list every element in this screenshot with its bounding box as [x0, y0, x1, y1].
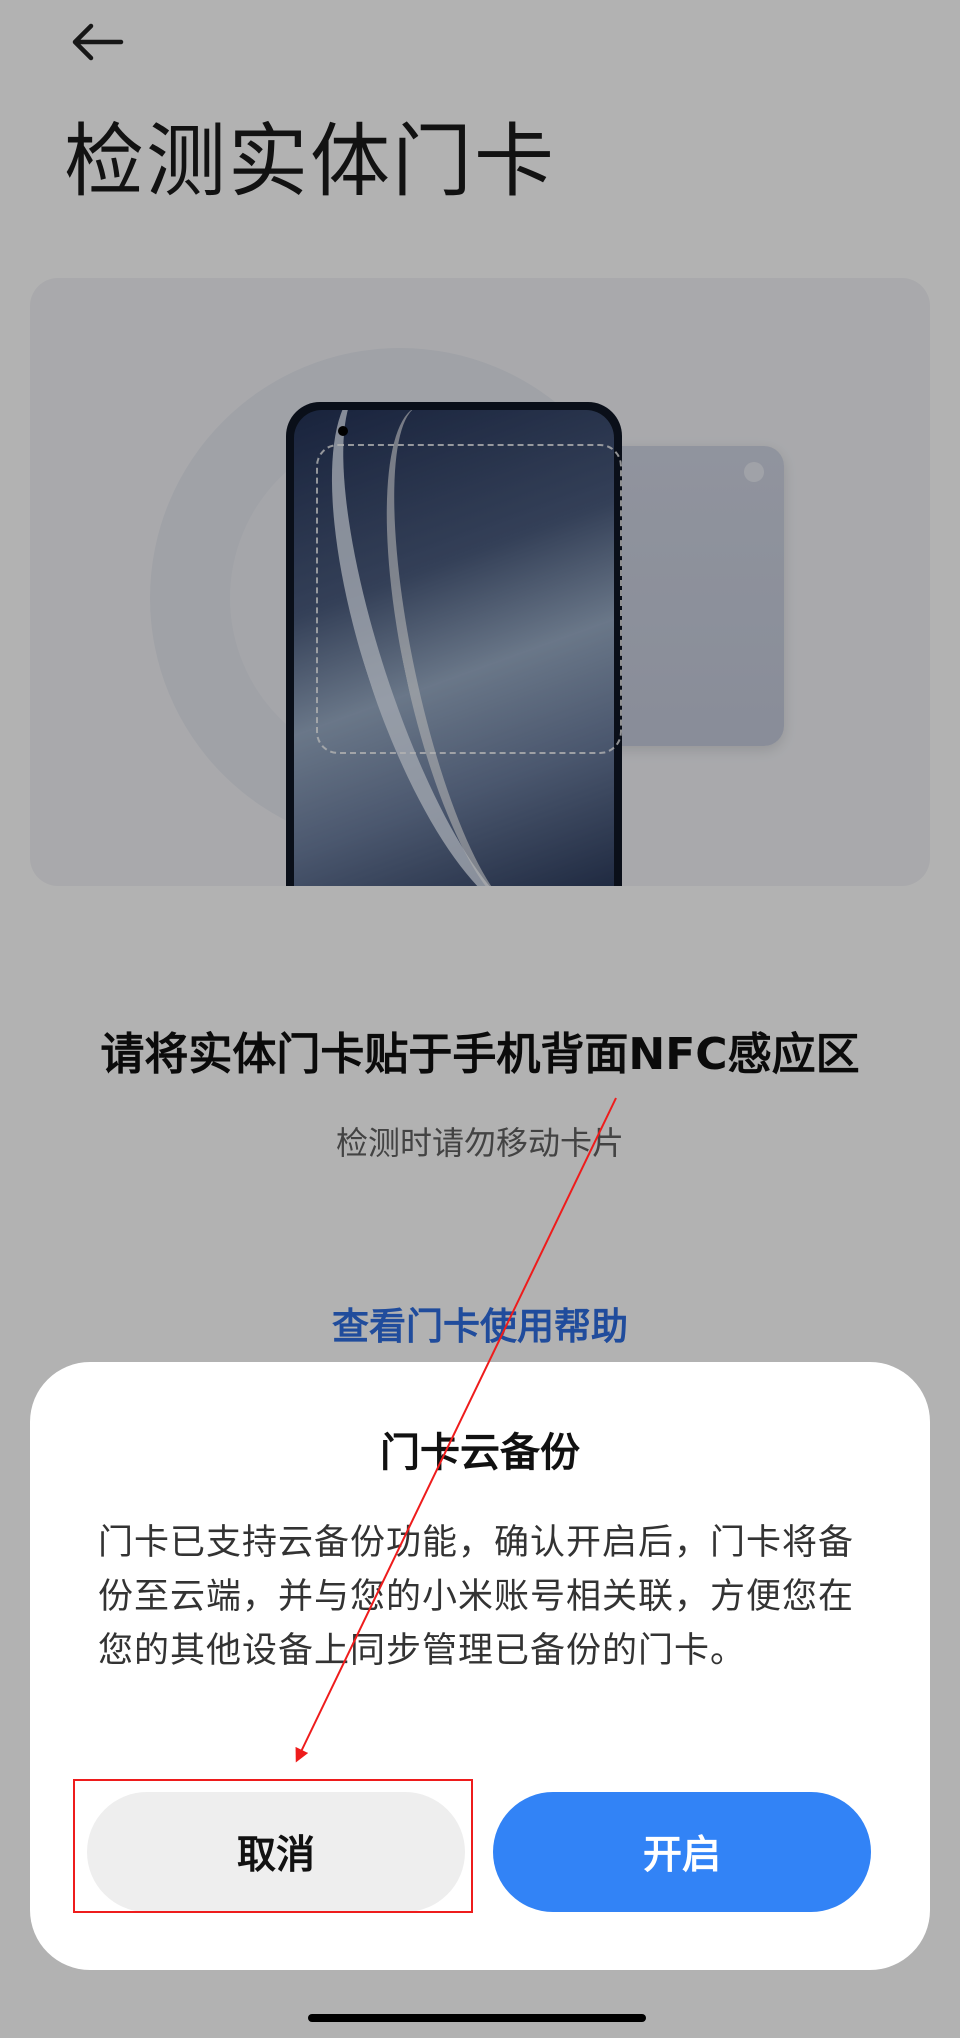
- dialog-message: 门卡已支持云备份功能，确认开启后，门卡将备份至云端，并与您的小米账号相关联，方便…: [98, 1523, 855, 1671]
- annotation-highlight-box: [73, 1779, 473, 1913]
- home-indicator[interactable]: [308, 2014, 646, 2022]
- enable-button[interactable]: 开启: [493, 1792, 871, 1912]
- dialog-title: 门卡云备份: [380, 1430, 580, 1476]
